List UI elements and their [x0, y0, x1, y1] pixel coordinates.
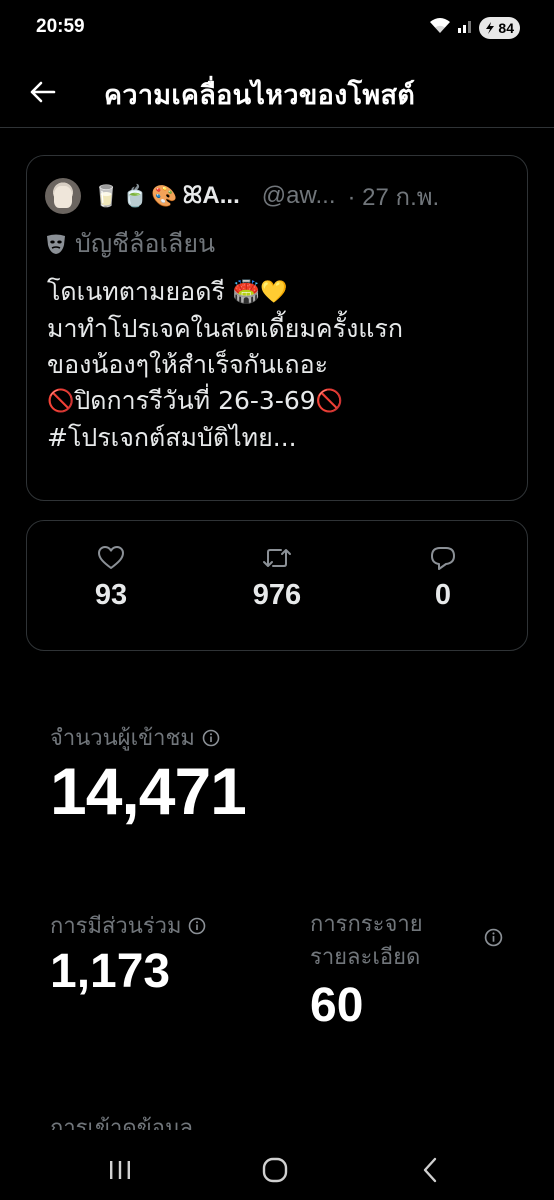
- post-author-row: 🥛 🍵 🎨 ꕤA... @aw... · 27 ก.พ.: [45, 176, 511, 216]
- display-name[interactable]: ꕤA...: [182, 182, 239, 210]
- likes-count: 93: [94, 579, 128, 611]
- reposts-stat[interactable]: 976: [217, 545, 337, 612]
- recent-apps-icon: [110, 1161, 130, 1179]
- home-button[interactable]: [245, 1150, 305, 1190]
- screen: 20:59 84 ความเคลื่อนไหวของโพสต์ 🥛 🍵 🎨 ꕤA…: [0, 0, 554, 1200]
- reply-icon: [431, 547, 455, 570]
- palette-icon: 🎨: [151, 183, 178, 208]
- engagements-label: การมีส่วนร่วม: [50, 908, 206, 943]
- detail-expands-label-line: รายละเอียด: [310, 945, 421, 970]
- handle: @aw...: [261, 182, 336, 209]
- status-bar: 20:59 84: [0, 0, 554, 60]
- post-line: ของน้องๆให้สำเร็จกันเถอะ: [47, 350, 329, 379]
- info-icon[interactable]: [188, 917, 206, 935]
- detail-expands-label-line: การกระจาย: [310, 912, 423, 937]
- impressions-label-text: จำนวนผู้เข้าชม: [50, 726, 195, 751]
- system-nav-bar: [0, 1130, 554, 1200]
- info-icon[interactable]: [202, 729, 220, 747]
- replies-count: 0: [434, 579, 452, 611]
- repost-icon: [263, 549, 291, 567]
- status-time: 20:59: [36, 16, 85, 37]
- parody-mask-icon: [47, 234, 65, 254]
- back-nav-button[interactable]: [400, 1150, 460, 1190]
- chevron-left-icon: [423, 1157, 437, 1183]
- impressions-label: จำนวนผู้เข้าชม: [50, 720, 220, 755]
- likes-stat[interactable]: 93: [51, 545, 171, 612]
- prohibited-icon: 🚫: [315, 389, 344, 414]
- post-date: · 27 ก.พ.: [347, 183, 440, 211]
- post-line: มาทำโปรเจคในสเตเดี้ยมครั้งแรก: [47, 314, 403, 343]
- post-text: โดเนทตามยอดรี 🏟️💛 มาทำโปรเจคในสเตเดี้ยมค…: [47, 274, 513, 456]
- post-line-text: ปิดการรีวันที่ 26-3-69: [74, 386, 316, 415]
- wifi-icon: [429, 17, 451, 39]
- avatar[interactable]: [45, 178, 81, 214]
- matcha-bowl-icon: 🍵: [122, 183, 149, 208]
- replies-stat[interactable]: 0: [383, 545, 503, 612]
- parody-row: บัญชีล้อเลียน: [45, 224, 215, 264]
- status-icons: 84: [429, 17, 520, 39]
- battery-icon: 84: [479, 17, 520, 39]
- back-button[interactable]: [22, 72, 62, 112]
- post-line: 🚫ปิดการรีวันที่ 26-3-69🚫: [47, 383, 513, 420]
- parody-label: บัญชีล้อเลียน: [75, 229, 216, 258]
- detail-expands-value: 60: [310, 979, 364, 1032]
- arrow-left-icon: [30, 81, 56, 103]
- engagements-label-text: การมีส่วนร่วม: [50, 914, 182, 939]
- reposts-count: 976: [252, 579, 302, 611]
- impressions-value: 14,471: [50, 754, 247, 828]
- signal-icon: [457, 18, 473, 38]
- post-line: โดเนทตามยอดรี 🏟️💛: [47, 274, 513, 311]
- detail-expands-label: การกระจาย รายละเอียด: [310, 908, 423, 974]
- engagements-value: 1,173: [50, 945, 171, 998]
- recent-apps-button[interactable]: [90, 1150, 150, 1190]
- post-card[interactable]: 🥛 🍵 🎨 ꕤA... @aw... · 27 ก.พ. บัญชีล้อเลี…: [26, 155, 528, 501]
- info-icon[interactable]: [484, 928, 503, 947]
- app-header: ความเคลื่อนไหวของโพสต์: [0, 60, 554, 128]
- post-line-text: โดเนทตามยอดรี: [47, 277, 225, 306]
- post-line: #โปรเจกต์สมบัติไทย...: [47, 423, 297, 452]
- milk-glass-icon: 🥛: [93, 183, 120, 208]
- stadium-heart-icon: 🏟️💛: [232, 280, 288, 305]
- battery-level: 84: [498, 20, 514, 36]
- prohibited-icon: 🚫: [47, 389, 75, 414]
- home-icon: [262, 1157, 288, 1183]
- page-title: ความเคลื่อนไหวของโพสต์: [104, 80, 416, 111]
- heart-icon: [98, 546, 124, 569]
- engagement-card: 93 976 0: [26, 520, 528, 651]
